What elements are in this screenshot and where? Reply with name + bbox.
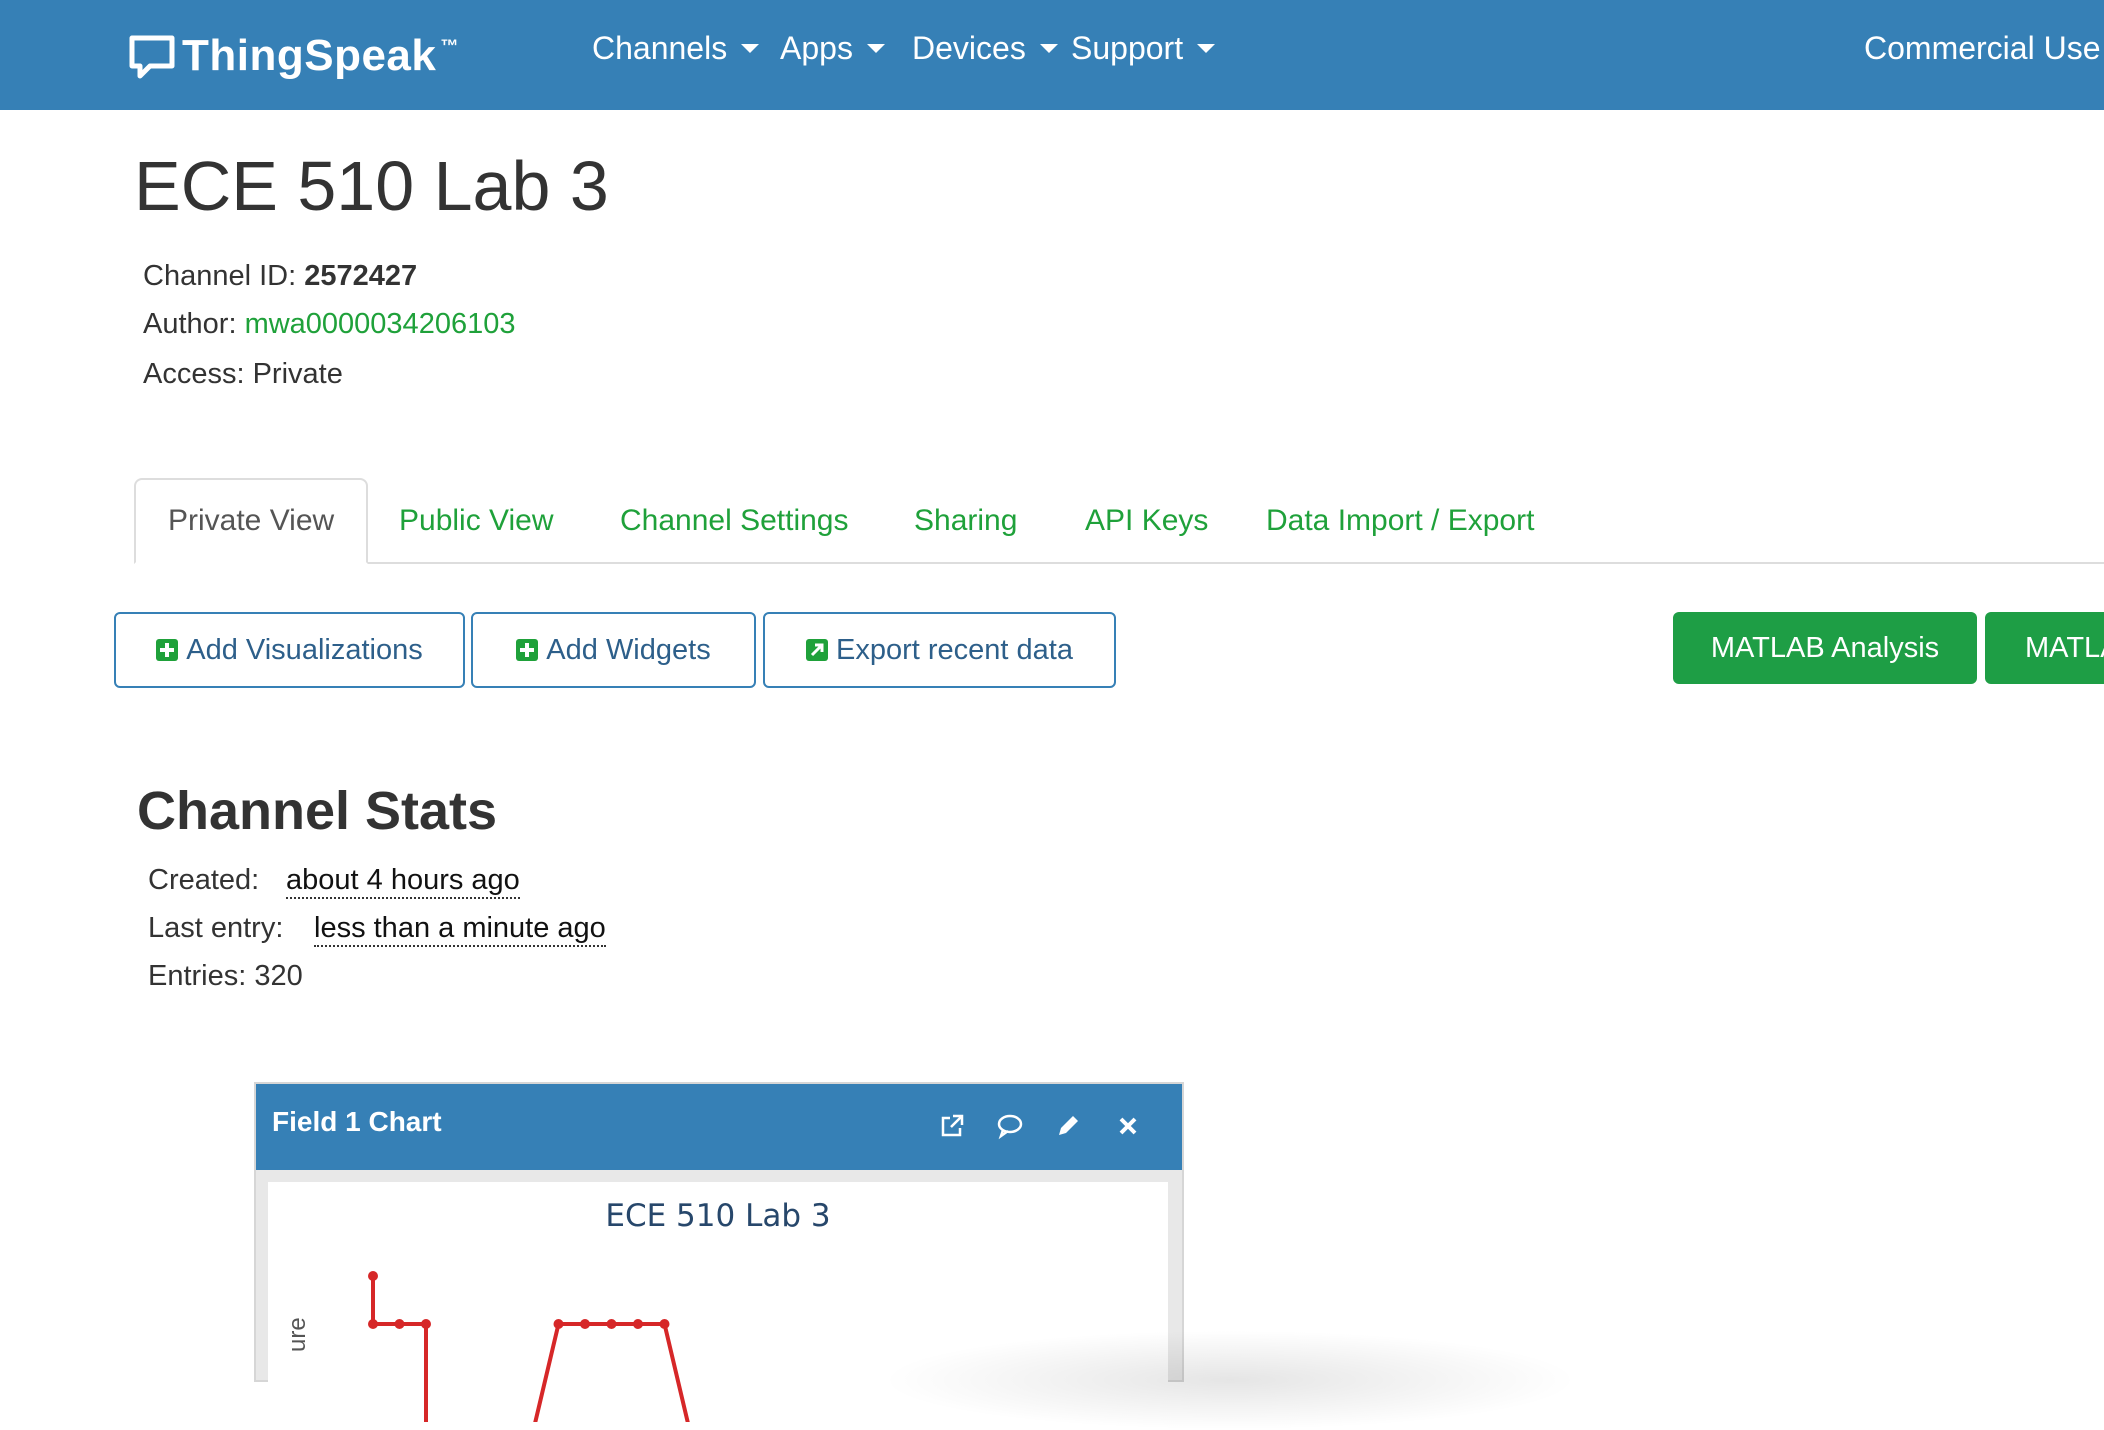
data-point[interactable] (394, 1319, 405, 1329)
chevron-down-icon (866, 44, 885, 53)
data-point[interactable] (368, 1271, 378, 1281)
add-widgets-button[interactable]: Add Widgets (471, 612, 756, 688)
access-row: Access: Private (143, 358, 343, 391)
channel-id-value: 2572427 (304, 260, 418, 292)
channel-tabs: Private View Public View Channel Setting… (0, 478, 2104, 564)
pencil-icon[interactable] (1048, 1106, 1088, 1146)
stat-last-entry: Last entry: less than a minute ago (148, 912, 606, 947)
nav-support[interactable]: Support (1071, 30, 1216, 67)
tab-data-import-export[interactable]: Data Import / Export (1266, 478, 1534, 563)
chat-bubble-icon (129, 35, 175, 79)
overlay-shadow (880, 1330, 1580, 1430)
plus-icon (516, 639, 539, 661)
chevron-down-icon (1197, 44, 1216, 53)
nav-channels[interactable]: Channels (592, 30, 760, 67)
nav-devices-label: Devices (912, 30, 1026, 66)
author-link[interactable]: mwa0000034206103 (245, 308, 516, 340)
data-point[interactable] (606, 1319, 617, 1329)
stat-created: Created: about 4 hours ago (148, 864, 520, 899)
matlab-visualization-button[interactable]: MATLAB Visualization (1985, 612, 2104, 684)
export-recent-data-label: Export recent data (836, 633, 1073, 666)
comment-icon[interactable] (990, 1106, 1030, 1146)
data-point[interactable] (368, 1319, 378, 1329)
author-row: Author: mwa0000034206103 (143, 308, 515, 341)
data-point[interactable] (421, 1319, 431, 1329)
data-point[interactable] (553, 1319, 564, 1329)
nav-commercial-use[interactable]: Commercial Use (1864, 30, 2100, 67)
widget-title: Field 1 Chart (272, 1106, 442, 1137)
export-recent-data-button[interactable]: Export recent data (763, 612, 1116, 688)
author-label: Author: (143, 308, 237, 340)
nav-devices[interactable]: Devices (912, 30, 1058, 67)
nav-apps-label: Apps (780, 30, 853, 66)
access-value: Private (252, 358, 343, 390)
last-entry-value: less than a minute ago (314, 912, 606, 947)
chevron-down-icon (1039, 44, 1058, 53)
nav-support-label: Support (1071, 30, 1184, 66)
thingspeak-logo[interactable]: ThingSpeak ™ (128, 28, 458, 84)
nav-channels-label: Channels (592, 30, 728, 66)
entries-label: Entries: (148, 960, 247, 992)
created-value: about 4 hours ago (286, 864, 520, 899)
plus-icon (156, 639, 179, 661)
logo-trademark: ™ (440, 35, 459, 56)
tab-sharing[interactable]: Sharing (914, 478, 1017, 563)
add-visualizations-button[interactable]: Add Visualizations (114, 612, 465, 688)
data-point[interactable] (659, 1319, 670, 1329)
access-label: Access: (143, 358, 245, 390)
logo-text: ThingSpeak (182, 31, 437, 80)
add-visualizations-label: Add Visualizations (186, 633, 423, 666)
tab-public-view[interactable]: Public View (399, 478, 554, 563)
tab-private-view[interactable]: Private View (134, 478, 369, 564)
created-label: Created: (148, 864, 260, 896)
chevron-down-icon (741, 44, 760, 53)
close-icon[interactable] (1108, 1106, 1148, 1146)
entries-value: 320 (254, 960, 303, 992)
channel-stats-title: Channel Stats (137, 781, 498, 841)
tab-api-keys[interactable]: API Keys (1085, 478, 1208, 563)
channel-title: ECE 510 Lab 3 (134, 147, 609, 225)
top-navbar: ThingSpeak ™ Channels Apps Devices Suppo… (0, 0, 2104, 110)
add-widgets-label: Add Widgets (546, 633, 711, 666)
stat-entries: Entries: 320 (148, 960, 303, 993)
data-point[interactable] (580, 1319, 590, 1329)
matlab-analysis-button[interactable]: MATLAB Analysis (1673, 612, 1977, 684)
nav-apps[interactable]: Apps (780, 30, 885, 67)
widget-header: Field 1 Chart (256, 1084, 1182, 1170)
export-icon (806, 639, 828, 661)
last-entry-label: Last entry: (148, 912, 284, 944)
series-line (371, 1276, 690, 1422)
channel-id-row: Channel ID: 2572427 (143, 260, 417, 293)
tab-channel-settings[interactable]: Channel Settings (620, 478, 849, 563)
channel-id-label: Channel ID: (143, 260, 297, 292)
data-point[interactable] (633, 1319, 643, 1329)
external-link-icon[interactable] (932, 1106, 972, 1146)
